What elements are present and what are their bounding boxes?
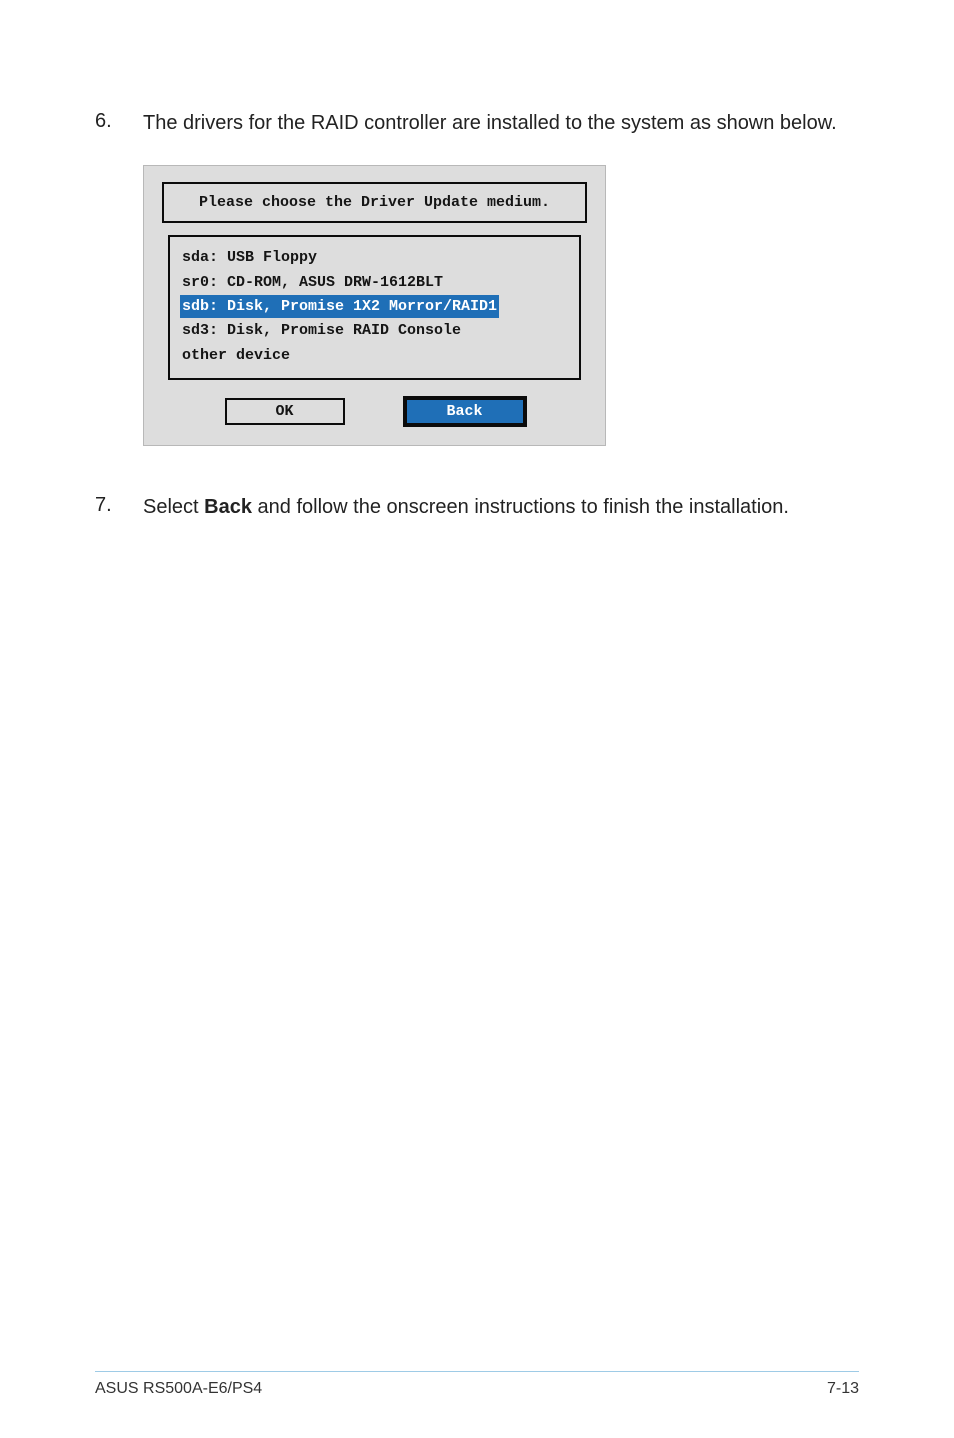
dialog-title: Please choose the Driver Update medium. — [162, 182, 587, 223]
back-button[interactable]: Back — [405, 398, 525, 425]
step-6: 6. The drivers for the RAID controller a… — [95, 110, 859, 137]
page-footer: ASUS RS500A-E6/PS4 7-13 — [95, 1371, 859, 1398]
step-7-suffix: and follow the onscreen instructions to … — [252, 496, 789, 518]
list-item[interactable]: sr0: CD-ROM, ASUS DRW-1612BLT — [180, 270, 569, 295]
list-item[interactable]: sd3: Disk, Promise RAID Console — [180, 318, 569, 343]
step-7-bold: Back — [204, 496, 252, 518]
driver-update-dialog-wrap: Please choose the Driver Update medium. … — [143, 165, 859, 446]
list-item-selected[interactable]: sdb: Disk, Promise 1X2 Morror/RAID1 — [180, 295, 499, 318]
step-7-prefix: Select — [143, 496, 204, 518]
list-item[interactable]: other device — [180, 343, 569, 368]
step-7: 7. Select Back and follow the onscreen i… — [95, 494, 859, 521]
step-6-text: The drivers for the RAID controller are … — [143, 110, 837, 137]
ok-button[interactable]: OK — [225, 398, 345, 425]
footer-right: 7-13 — [827, 1380, 859, 1398]
step-6-number: 6. — [95, 110, 143, 133]
list-item[interactable]: sda: USB Floppy — [180, 245, 569, 270]
device-list[interactable]: sda: USB Floppy sr0: CD-ROM, ASUS DRW-16… — [168, 235, 581, 380]
footer-left: ASUS RS500A-E6/PS4 — [95, 1380, 262, 1398]
step-7-text: Select Back and follow the onscreen inst… — [143, 494, 789, 521]
dialog-title-text: Please choose the Driver Update medium. — [199, 194, 550, 211]
driver-update-dialog: Please choose the Driver Update medium. … — [143, 165, 606, 446]
step-7-number: 7. — [95, 494, 143, 517]
dialog-button-row: OK Back — [162, 398, 587, 425]
